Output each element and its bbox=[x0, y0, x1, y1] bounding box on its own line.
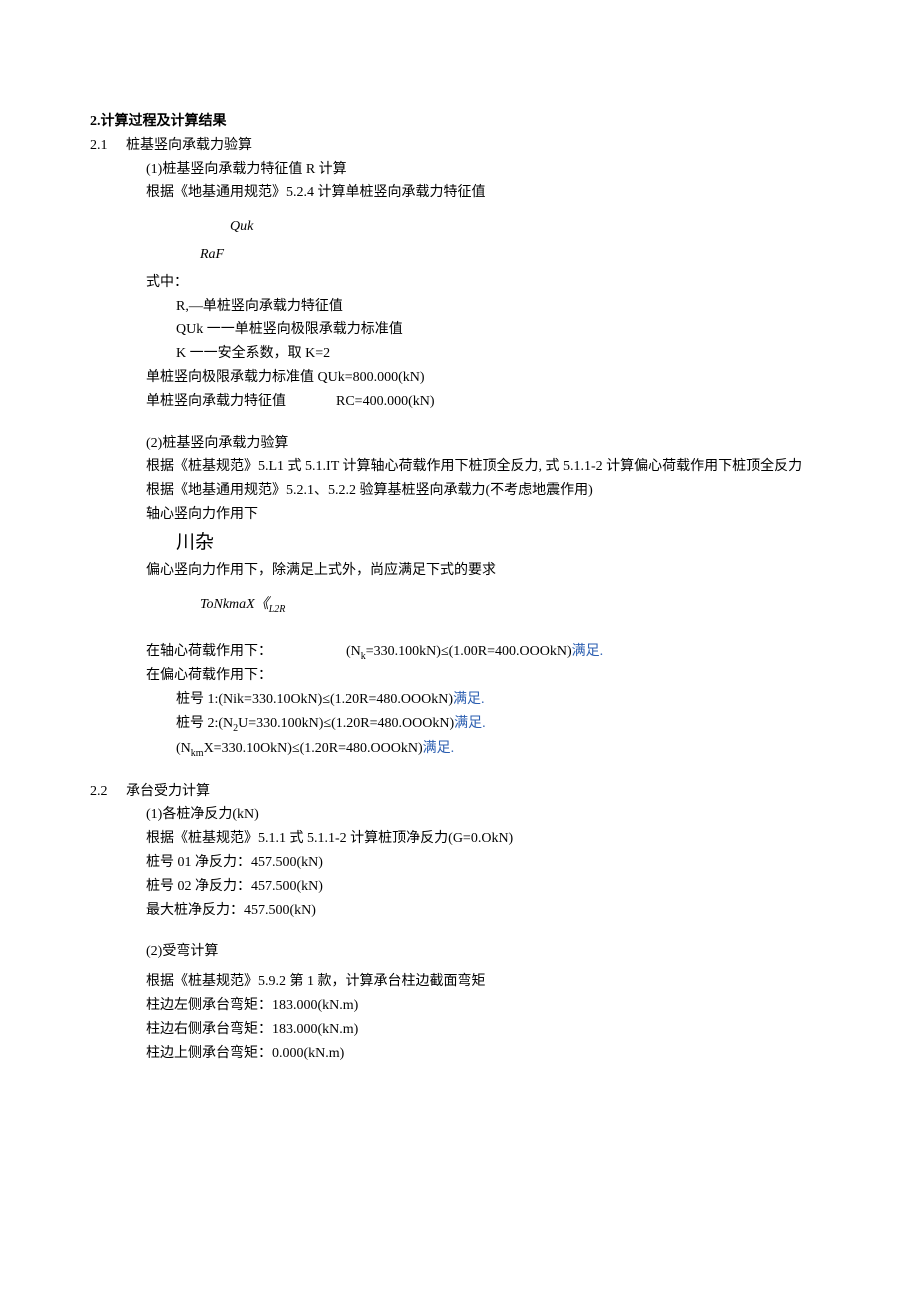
s22-p2-l2: 柱边左侧承台弯矩：183.000(kN.m) bbox=[90, 994, 830, 1018]
s22-p1-l3: 桩号 02 净反力：457.500(kN) bbox=[90, 875, 830, 899]
sec-title: 承台受力计算 bbox=[126, 784, 210, 799]
formula-tonkmax-sub: L2R bbox=[269, 604, 286, 615]
satisfy-text: 满足. bbox=[423, 741, 455, 756]
s22-p1-l2: 桩号 01 净反力：457.500(kN) bbox=[90, 851, 830, 875]
s22-p2-head: (2)受弯计算 bbox=[90, 940, 830, 964]
p2-l2: 根据《地基通用规范》5.2.1、5.2.2 验算基桩竖向承载力(不考虑地震作用) bbox=[90, 479, 830, 503]
section-title: 2.计算过程及计算结果 bbox=[90, 110, 830, 134]
pile-nkm: (NkmX=330.10OkN)≤(1.20R=480.OOOkN)满足. bbox=[90, 737, 830, 762]
p2-head: (2)桩基竖向承载力验算 bbox=[90, 432, 830, 456]
s22-p1-head: (1)各桩净反力(kN) bbox=[90, 803, 830, 827]
formula-tonkmax: ToNkmaX《L2R bbox=[90, 593, 830, 618]
s22-p1-l1: 根据《桩基规范》5.1.1 式 5.1.1-2 计算桩顶净反力(G=0.OkN) bbox=[90, 827, 830, 851]
axial-row: 在轴心荷载作用下： (Nk=330.100kN)≤(1.00R=400.OOOk… bbox=[90, 640, 830, 665]
p1-head: (1)桩基竖向承载力特征值 R 计算 bbox=[90, 158, 830, 182]
pile-2: 桩号 2:(N2U=330.100kN)≤(1.20R=480.OOOkN)满足… bbox=[90, 712, 830, 737]
sec-title: 桩基竖向承载力验算 bbox=[126, 138, 252, 153]
result-rc-row: 单桩竖向承载力特征值 RC=400.000(kN) bbox=[90, 390, 830, 414]
satisfy-text: 满足. bbox=[572, 644, 604, 659]
formula-tonkmax-a: ToNkmaX《 bbox=[200, 597, 269, 612]
formula-raf: RaF bbox=[90, 243, 830, 267]
pile-1: 桩号 1:(Nik=330.10OkN)≤(1.20R=480.OOOkN)满足… bbox=[90, 688, 830, 712]
formula-quk: Quk bbox=[90, 215, 830, 239]
s22-p1-l4: 最大桩净反力：457.500(kN) bbox=[90, 899, 830, 923]
s22-p2-l1: 根据《桩基规范》5.9.2 第 1 款，计算承台柱边截面弯矩 bbox=[90, 970, 830, 994]
result-quk: 单桩竖向极限承载力标准值 QUk=800.000(kN) bbox=[90, 366, 830, 390]
p2-l1: 根据《桩基规范》5.L1 式 5.1.IT 计算轴心荷载作用下桩顶全反力, 式 … bbox=[90, 455, 830, 479]
var-k: K 一一安全系数，取 K=2 bbox=[90, 342, 830, 366]
p1-basis: 根据《地基通用规范》5.2.4 计算单桩竖向承载力特征值 bbox=[90, 181, 830, 205]
p2-l4: 偏心竖向力作用下，除满足上式外，尚应满足下式的要求 bbox=[90, 559, 830, 583]
subsection-2-1: 2.1桩基竖向承载力验算 bbox=[90, 134, 830, 158]
formula-chuanza: 川杂 bbox=[90, 527, 830, 559]
eccentric-label: 在偏心荷载作用下： bbox=[90, 664, 830, 688]
satisfy-text: 满足. bbox=[453, 692, 485, 707]
sec-num: 2.1 bbox=[90, 134, 126, 158]
axial-value: (Nk=330.100kN)≤(1.00R=400.OOOkN)满足. bbox=[346, 640, 603, 665]
p2-l3: 轴心竖向力作用下 bbox=[90, 503, 830, 527]
sec-num: 2.2 bbox=[90, 780, 126, 804]
result-rc-label: 单桩竖向承载力特征值 bbox=[146, 390, 336, 414]
var-r: R,—单桩竖向承载力特征值 bbox=[90, 295, 830, 319]
var-quk: QUk 一一单桩竖向极限承载力标准值 bbox=[90, 318, 830, 342]
result-rc-value: RC=400.000(kN) bbox=[336, 390, 435, 414]
satisfy-text: 满足. bbox=[454, 716, 486, 731]
s22-p2-l3: 柱边右侧承台弯矩：183.000(kN.m) bbox=[90, 1018, 830, 1042]
shi-label: 式中： bbox=[90, 271, 830, 295]
s22-p2-l4: 柱边上侧承台弯矩：0.000(kN.m) bbox=[90, 1042, 830, 1066]
subsection-2-2: 2.2承台受力计算 bbox=[90, 780, 830, 804]
axial-label: 在轴心荷载作用下： bbox=[146, 640, 346, 665]
